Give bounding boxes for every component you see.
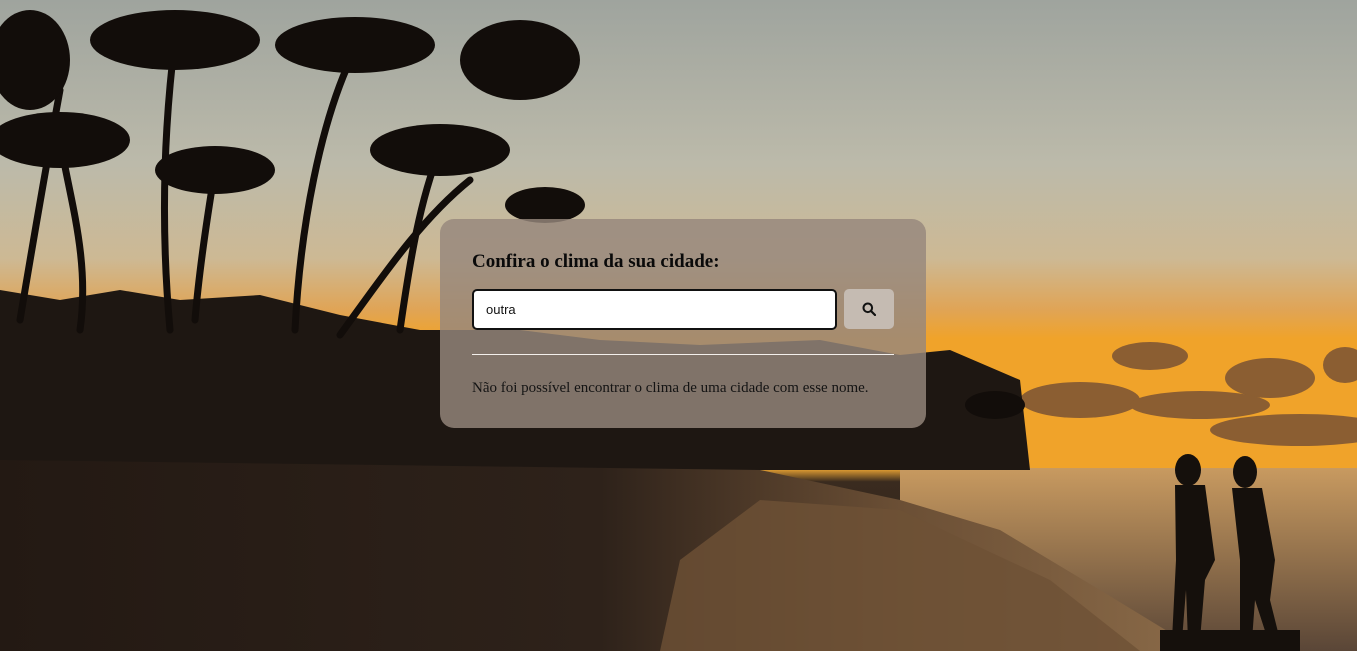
search-icon [862,302,877,316]
search-button[interactable] [844,289,894,329]
weather-search-card: Confira o clima da sua cidade: Não foi p… [440,219,926,428]
search-row [472,289,894,330]
card-title: Confira o clima da sua cidade: [472,251,720,272]
error-message: Não foi possível encontrar o clima de um… [472,380,869,396]
divider [472,354,894,355]
city-search-input[interactable] [472,289,838,330]
